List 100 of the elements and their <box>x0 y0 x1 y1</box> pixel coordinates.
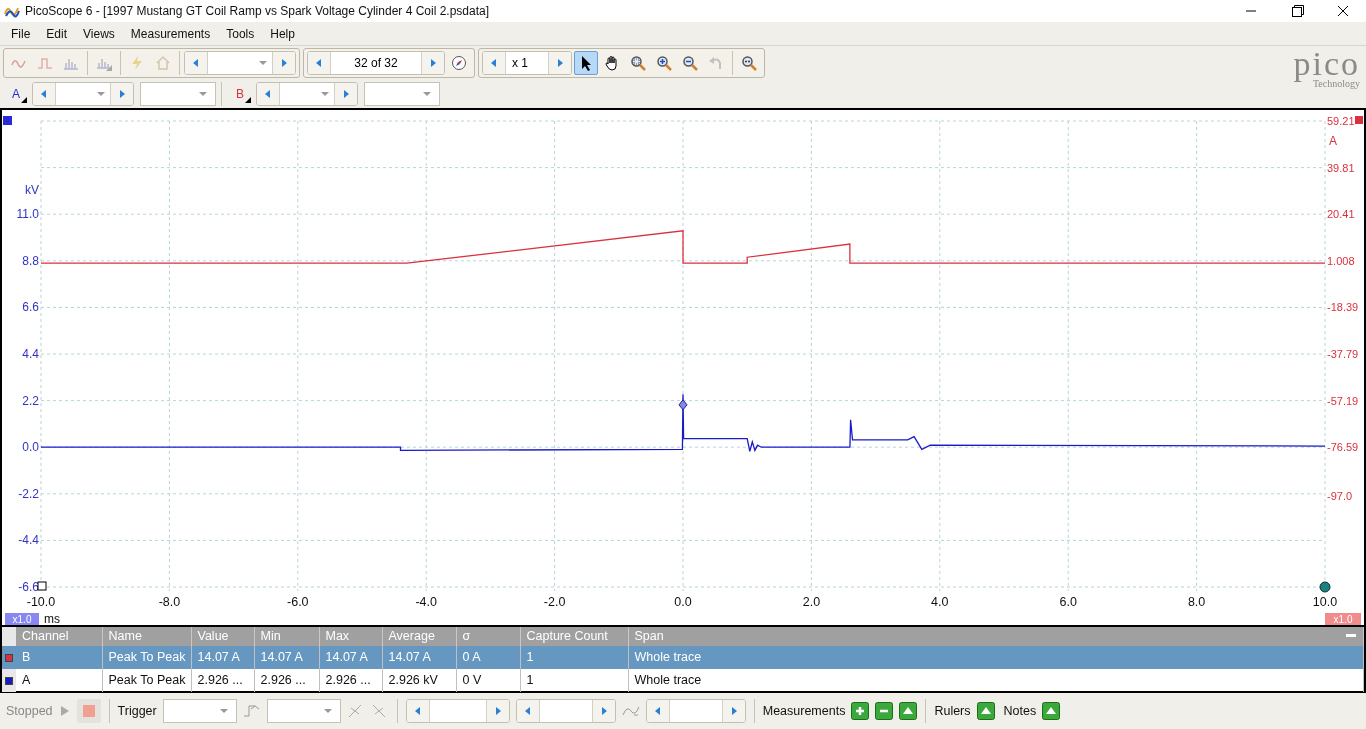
column-header: Channel <box>16 627 102 646</box>
ruler-handle-icon[interactable] <box>37 581 47 591</box>
expand-icon[interactable] <box>899 702 918 720</box>
table-cell: 1 <box>520 668 628 692</box>
previous-button[interactable] <box>308 52 330 74</box>
trigger-marker-icon[interactable] <box>678 399 688 411</box>
menu-item[interactable]: Edit <box>38 22 76 45</box>
x-axis-label: -8.0 <box>158 595 181 609</box>
pointer-button[interactable] <box>574 51 598 75</box>
next-button[interactable] <box>722 700 745 722</box>
column-header: σ <box>456 627 520 646</box>
channel-button[interactable]: B <box>227 82 253 106</box>
previous-button[interactable] <box>483 52 505 74</box>
y-axis-label: -97.0 <box>1327 490 1353 503</box>
value-field[interactable] <box>515 699 616 723</box>
play-icon[interactable] <box>58 704 71 718</box>
menu-item[interactable]: Views <box>75 22 123 45</box>
table-cell: A <box>16 668 102 692</box>
range-field[interactable] <box>32 82 134 106</box>
trigger-label: Trigger <box>117 702 157 720</box>
table-cell: 0 V <box>456 668 520 692</box>
rulers-label: Rulers <box>934 702 971 720</box>
remove-icon[interactable] <box>875 702 894 720</box>
next-button[interactable] <box>335 83 357 105</box>
y-axis-label: 8.8 <box>22 253 39 268</box>
x-axis-label: 4.0 <box>931 595 949 609</box>
expand-icon[interactable] <box>1042 702 1061 720</box>
y-axis-label: 4.4 <box>22 347 39 361</box>
zoom-full-icon <box>741 55 757 71</box>
window-title: PicoScope 6 - [1997 Mustang GT Coil Ramp vs Spark Voltage Cylinder 4 Coil 2.psdata] <box>25 3 490 20</box>
previous-button[interactable] <box>646 700 669 722</box>
table-cell: Whole trace <box>628 668 1364 692</box>
caret-icon <box>197 89 209 99</box>
previous-button[interactable] <box>516 700 539 722</box>
value-field[interactable] <box>645 699 746 723</box>
next-button[interactable] <box>111 83 133 105</box>
menu-item[interactable]: Tools <box>218 22 263 45</box>
x-axis-label: -2.0 <box>543 595 566 609</box>
persistence-icon <box>37 55 53 71</box>
dropdown-field[interactable] <box>184 51 296 75</box>
previous-button[interactable] <box>33 83 55 105</box>
expand-icon[interactable] <box>976 702 995 720</box>
dropdown-field[interactable] <box>266 699 341 723</box>
table-cell: 2.926 ... <box>191 668 254 692</box>
next-button[interactable] <box>273 52 295 74</box>
x-axis-label: 10.0 <box>1312 595 1338 609</box>
next-button[interactable] <box>549 52 571 74</box>
buffer-field[interactable]: 32 of 32 <box>307 51 445 75</box>
caret-icon <box>319 89 331 99</box>
y-axis-label: -6.6 <box>18 580 39 594</box>
y-axis-label: -57.19 <box>1327 394 1359 407</box>
scale-badge: x1.0 <box>1325 613 1361 625</box>
column-header: Value <box>191 627 254 646</box>
auto-setup-icon <box>129 55 145 71</box>
y-axis-label: 0.0 <box>22 440 39 455</box>
y-axis-label: -2.2 <box>18 486 39 501</box>
dropdown-field[interactable] <box>364 82 440 106</box>
x-axis-label: -10.0 <box>26 595 56 609</box>
table-cell: Peak To Peak <box>102 668 191 692</box>
dropdown-field[interactable] <box>162 699 237 723</box>
logo-tagline: Technology <box>1312 79 1360 89</box>
previous-button[interactable] <box>185 52 207 74</box>
menu-item[interactable]: Measurements <box>122 22 219 45</box>
menu-item[interactable]: Help <box>262 22 303 45</box>
channel-marker-icon[interactable] <box>1355 116 1363 124</box>
column-header: Span <box>634 628 664 645</box>
add-icon[interactable] <box>851 702 870 720</box>
compass-icon <box>451 55 467 71</box>
default-setup-icon <box>155 55 171 71</box>
previous-button[interactable] <box>257 83 279 105</box>
y-axis-label: 20.41 <box>1327 208 1355 221</box>
value-field[interactable] <box>405 699 510 723</box>
next-button[interactable] <box>592 700 615 722</box>
dropdown-field[interactable] <box>140 82 216 106</box>
table-cell: B <box>16 645 102 669</box>
zoom-field[interactable]: x 1 <box>482 51 572 75</box>
y-axis-label: 39.81 <box>1327 161 1355 174</box>
run-status: Stopped <box>6 702 53 720</box>
channel-marker-icon[interactable] <box>3 116 12 125</box>
x-axis-label: 8.0 <box>1187 595 1206 609</box>
stop-icon <box>81 704 96 718</box>
x-axis-label: 2.0 <box>802 595 821 609</box>
table-cell: 2.926 ... <box>319 668 382 692</box>
table-cell: Whole trace <box>628 645 1364 669</box>
table-cell: 1 <box>520 645 628 669</box>
notes-label: Notes <box>1003 702 1037 720</box>
next-button[interactable] <box>486 700 509 722</box>
table-cell: 2.926 ... <box>254 668 319 692</box>
menu-item[interactable]: File <box>3 22 39 45</box>
previous-button[interactable] <box>406 700 429 722</box>
next-button[interactable] <box>422 52 444 74</box>
table-row[interactable]: A Peak To Peak 2.926 ... 2.926 ... 2.926 ... 2.926 kV 0 V 1 Whole trace <box>2 668 1364 692</box>
channel-button[interactable]: A <box>3 82 29 106</box>
y-axis-label: 6.6 <box>22 300 39 315</box>
column-header: Average <box>382 627 456 646</box>
ruler-handle-icon[interactable] <box>1319 581 1331 593</box>
axis-unit: ms <box>44 612 60 625</box>
range-field[interactable] <box>256 82 358 106</box>
caret-icon <box>257 58 269 68</box>
x-axis-label: 6.0 <box>1059 595 1077 609</box>
